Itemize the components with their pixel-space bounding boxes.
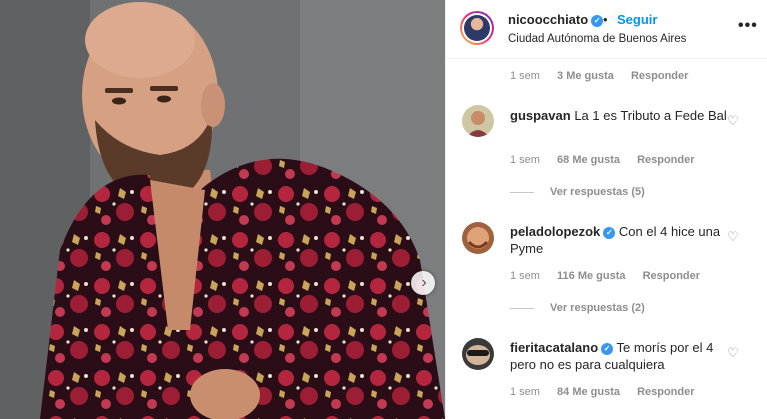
comment-text: La 1 es Tributo a Fede Bal (574, 108, 727, 123)
verified-badge-icon: ✓ (603, 226, 616, 239)
view-replies-button[interactable]: Ver respuestas (2) (510, 302, 645, 314)
post-image (0, 0, 445, 419)
comment-time: 1 sem (510, 154, 540, 166)
comment-body: fieritacatalano ✓ Te morís por el 4 pero … (510, 339, 732, 373)
separator-dot: • (603, 12, 608, 27)
comment-likes[interactable]: 3 Me gusta (557, 70, 614, 82)
commenter-avatar[interactable] (462, 338, 494, 370)
comment-time: 1 sem (510, 70, 540, 82)
comment-likes[interactable]: 116 Me gusta (557, 270, 625, 282)
comment-likes[interactable]: 68 Me gusta (557, 154, 620, 166)
verified-badge-icon: ✓ (591, 14, 604, 27)
verified-badge-icon: ✓ (601, 342, 614, 355)
comment-meta: 1 sem 116 Me gusta Responder (510, 270, 714, 282)
reply-button[interactable]: Responder (637, 386, 694, 398)
comment-time: 1 sem (510, 270, 540, 282)
heart-icon[interactable]: ♡ (727, 229, 739, 245)
author-avatar[interactable] (460, 11, 494, 45)
comment-likes[interactable]: 84 Me gusta (557, 386, 620, 398)
reply-button[interactable]: Responder (631, 70, 688, 82)
commenter-avatar[interactable] (462, 105, 494, 137)
view-replies-label[interactable]: Ver respuestas (2) (550, 302, 645, 314)
comment-body: guspavan La 1 es Tributo a Fede Bal (510, 107, 732, 124)
commenter-username[interactable]: peladolopezok (510, 224, 600, 239)
next-arrow-icon: › (421, 274, 427, 291)
reply-button[interactable]: Responder (643, 270, 700, 282)
comment-time: 1 sem (510, 386, 540, 398)
comment-meta: 1 sem 84 Me gusta Responder (510, 386, 709, 398)
comment-body: peladolopezok ✓ Con el 4 hice una Pyme (510, 223, 732, 257)
comment-meta: 1 sem 68 Me gusta Responder (510, 154, 709, 166)
comment-meta: 1 sem 3 Me gusta Responder (510, 70, 702, 82)
commenter-username[interactable]: fieritacatalano (510, 340, 598, 355)
author-username-text[interactable]: nicoocchiato (508, 12, 588, 27)
follow-button[interactable]: Seguir (617, 12, 657, 27)
heart-icon[interactable]: ♡ (727, 113, 739, 129)
commenter-username[interactable]: guspavan (510, 108, 571, 123)
commenter-avatar[interactable] (462, 222, 494, 254)
author-username[interactable]: nicoocchiato ✓ (508, 12, 604, 27)
view-replies-label[interactable]: Ver respuestas (5) (550, 186, 645, 198)
post-location[interactable]: Ciudad Autónoma de Buenos Aires (508, 33, 686, 45)
post-header: nicoocchiato ✓ • Seguir Ciudad Autónoma d… (446, 0, 767, 59)
post-photo: › (0, 0, 445, 419)
comments-panel: nicoocchiato ✓ • Seguir Ciudad Autónoma d… (445, 0, 767, 419)
reply-button[interactable]: Responder (637, 154, 694, 166)
next-photo-button[interactable]: › (411, 271, 435, 295)
heart-icon[interactable]: ♡ (727, 345, 739, 361)
replies-divider (510, 307, 534, 309)
replies-divider (510, 191, 534, 193)
more-options-icon[interactable]: ••• (738, 17, 758, 35)
view-replies-button[interactable]: Ver respuestas (5) (510, 186, 645, 198)
